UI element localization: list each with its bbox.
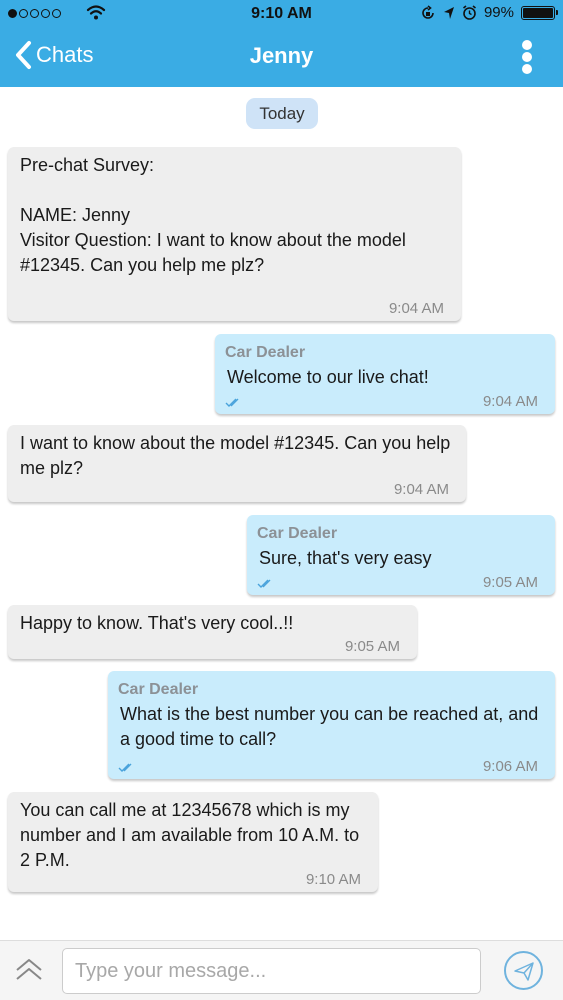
alarm-clock-icon <box>462 5 476 20</box>
message-sender: Car Dealer <box>118 681 199 698</box>
double-check-icon <box>118 763 132 772</box>
paper-plane-icon <box>513 961 534 981</box>
message-sender: Car Dealer <box>257 525 338 542</box>
message-time: 9:04 AM <box>393 481 449 498</box>
message-text: Sure, that's very easy <box>259 548 432 568</box>
chevron-up-double-icon <box>16 959 42 980</box>
location-arrow-icon <box>443 6 454 19</box>
expand-button[interactable] <box>14 957 44 988</box>
message-text: Pre-chat Survey: NAME: Jenny Visitor Que… <box>20 155 406 275</box>
message-text: Welcome to our live chat! <box>227 367 429 387</box>
message-time: 9:05 AM <box>482 574 538 591</box>
message-sender: Car Dealer <box>225 344 306 361</box>
orientation-lock-icon <box>422 4 434 19</box>
message-incoming: I want to know about the model #12345. C… <box>8 425 466 502</box>
message-outgoing: Car Dealer What is the best number you c… <box>108 671 555 779</box>
double-check-icon <box>257 579 271 588</box>
message-outgoing: Car Dealer Sure, that's very easy 9:05 A… <box>247 515 555 595</box>
message-time: 9:05 AM <box>344 638 400 655</box>
back-label: Chats <box>36 42 94 67</box>
message-outgoing: Car Dealer Welcome to our live chat! 9:0… <box>215 334 555 414</box>
message-text: I want to know about the model #12345. C… <box>20 433 456 478</box>
double-check-icon <box>225 398 239 407</box>
message-incoming: You can call me at 12345678 which is my … <box>8 792 378 892</box>
more-options-button[interactable] <box>521 40 533 74</box>
message-time: 9:06 AM <box>482 758 538 775</box>
message-time: 9:10 AM <box>305 871 361 888</box>
battery-icon <box>521 5 558 20</box>
battery-percent: 99% <box>483 4 514 21</box>
status-bar: 9:10 AM 99% <box>0 0 563 28</box>
back-button[interactable]: Chats <box>14 40 93 70</box>
message-text: Happy to know. That's very cool..!! <box>20 613 294 633</box>
message-time: 9:04 AM <box>388 300 444 317</box>
message-incoming: Pre-chat Survey: NAME: Jenny Visitor Que… <box>8 147 461 321</box>
date-separator: Today <box>246 98 318 129</box>
message-input[interactable] <box>62 948 481 994</box>
message-text: You can call me at 12345678 which is my … <box>20 800 365 870</box>
message-composer <box>0 940 563 1000</box>
message-time: 9:04 AM <box>482 393 538 410</box>
chevron-left-icon <box>16 41 31 69</box>
chat-header: Chats Jenny <box>0 28 563 87</box>
message-text: What is the best number you can be reach… <box>120 704 544 749</box>
send-button[interactable] <box>504 951 543 990</box>
message-incoming: Happy to know. That's very cool..!! 9:05… <box>8 605 417 659</box>
